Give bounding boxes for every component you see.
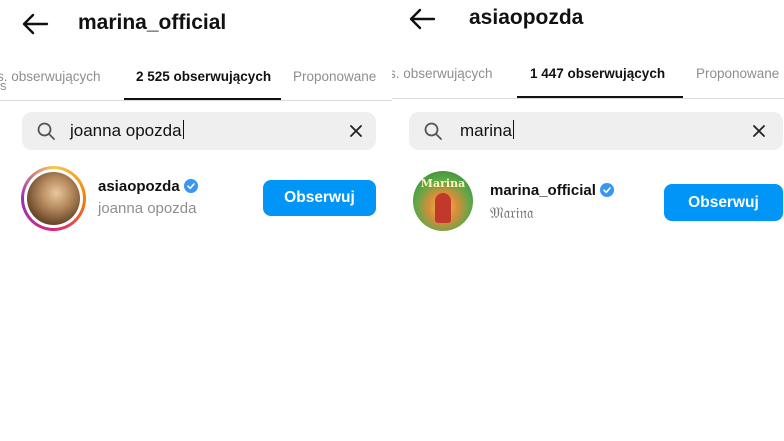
search-input[interactable]: joanna opozda bbox=[70, 120, 184, 141]
search-bar[interactable]: marina bbox=[409, 112, 783, 150]
avatar bbox=[27, 172, 80, 225]
page-title: asiaopozda bbox=[469, 6, 584, 29]
avatar-wordmark: Marina bbox=[420, 177, 466, 190]
page-title: marina_official bbox=[78, 11, 227, 34]
search-input[interactable]: marina bbox=[460, 120, 514, 141]
follow-button[interactable]: Obserwuj bbox=[263, 180, 376, 216]
tab-following[interactable]: s. obserwujących bbox=[0, 69, 101, 84]
search-icon bbox=[36, 121, 56, 141]
avatar-story-ring[interactable] bbox=[21, 166, 86, 231]
tab-followers[interactable]: 2 525 obserwujących bbox=[136, 69, 271, 84]
username[interactable]: marina_official bbox=[490, 182, 614, 199]
clear-icon[interactable] bbox=[348, 123, 364, 139]
search-icon bbox=[423, 121, 443, 141]
username[interactable]: asiaopozda bbox=[98, 178, 198, 195]
full-name: joanna opozda bbox=[98, 200, 197, 217]
list-item[interactable]: Marina marina_official 𝔐𝔞𝔯𝔦𝔫𝔞 Obserwuj bbox=[392, 168, 784, 238]
back-arrow-icon[interactable] bbox=[21, 12, 49, 36]
edge-fragment: s bbox=[0, 78, 7, 93]
avatar-figure bbox=[435, 193, 451, 223]
back-arrow-icon[interactable] bbox=[408, 7, 436, 31]
list-item[interactable]: asiaopozda joanna opozda Obserwuj bbox=[0, 164, 392, 234]
follow-button[interactable]: Obserwuj bbox=[664, 184, 783, 221]
right-panel: asiaopozda s. obserwujących 1 447 obserw… bbox=[392, 0, 784, 441]
text-caret bbox=[182, 120, 184, 139]
tabs-divider bbox=[0, 100, 392, 101]
text-caret bbox=[512, 120, 514, 139]
clear-icon[interactable] bbox=[751, 123, 767, 139]
tab-followers[interactable]: 1 447 obserwujących bbox=[530, 66, 665, 81]
avatar[interactable]: Marina bbox=[413, 171, 473, 231]
tab-suggested[interactable]: Proponowane bbox=[696, 66, 779, 81]
tabs-divider bbox=[392, 98, 784, 99]
verified-badge-icon bbox=[599, 183, 614, 197]
search-bar[interactable]: joanna opozda bbox=[22, 112, 376, 150]
verified-badge-icon bbox=[183, 179, 198, 193]
tab-suggested[interactable]: Proponowane bbox=[293, 69, 376, 84]
tab-following[interactable]: s. obserwujących bbox=[392, 66, 493, 81]
left-panel: marina_official s. obserwujących 2 525 o… bbox=[0, 0, 392, 441]
full-name: 𝔐𝔞𝔯𝔦𝔫𝔞 bbox=[490, 204, 534, 222]
